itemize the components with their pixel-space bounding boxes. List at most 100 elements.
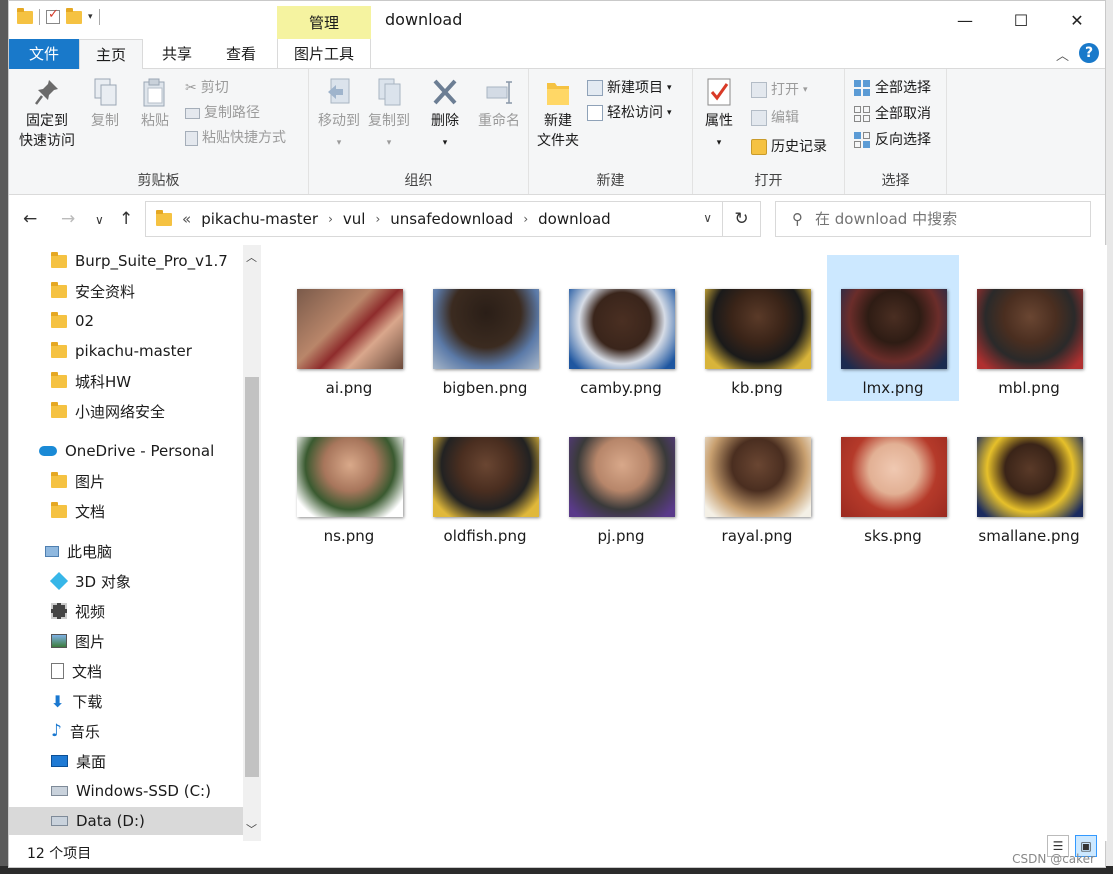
cut-label: 剪切 (200, 80, 229, 96)
file-item[interactable]: pj.png (555, 403, 687, 549)
document-icon (51, 663, 64, 679)
cut-button[interactable]: ✂ 剪切 (185, 77, 229, 99)
copy-button[interactable]: 复制 (83, 77, 127, 131)
minimize-button[interactable]: — (937, 1, 993, 39)
properties-check-icon[interactable] (46, 7, 60, 24)
tab-manage[interactable]: 管理 (277, 6, 371, 39)
new-folder-icon[interactable] (66, 7, 82, 24)
nav-item-this-pc[interactable]: 此电脑 (9, 537, 261, 565)
edit-button[interactable]: 编辑 (751, 107, 799, 129)
nav-item-security-materials[interactable]: 安全资料 📌 (9, 277, 261, 305)
search-box[interactable]: ⚲ (775, 201, 1091, 237)
forward-arrow-icon[interactable]: → (61, 209, 75, 229)
tab-picture-tools[interactable]: 图片工具 (277, 39, 371, 69)
properties-button[interactable]: 属性 ▾ (699, 77, 739, 153)
tab-share[interactable]: 共享 (147, 39, 207, 69)
copy-path-button[interactable]: 复制路径 (185, 102, 260, 124)
file-item[interactable]: ai.png (283, 255, 415, 401)
scrollbar-thumb[interactable] (245, 377, 259, 777)
invert-selection-button[interactable]: 反向选择 (853, 129, 931, 151)
edit-icon (751, 110, 767, 126)
music-note-icon: ♪ (51, 721, 62, 741)
nav-item-onedrive-pictures[interactable]: 图片 (9, 467, 261, 495)
history-label: 历史记录 (771, 139, 827, 155)
nav-item-onedrive[interactable]: OneDrive - Personal (9, 437, 261, 465)
pin-to-quick-access-button[interactable]: 固定到 快速访问 (15, 77, 79, 151)
paste-button[interactable]: 粘贴 (133, 77, 177, 131)
nav-item-chengke-hw[interactable]: 城科HW (9, 367, 261, 395)
nav-item-onedrive-documents[interactable]: 文档 (9, 497, 261, 525)
nav-item-documents[interactable]: 文档 (9, 657, 261, 685)
customize-toolbar-arrow-icon[interactable]: ▾ (88, 12, 93, 22)
recent-locations-chevron-icon[interactable]: ∨ (95, 213, 104, 227)
nav-item-xiaodi-security[interactable]: 小迪网络安全 (9, 397, 261, 425)
nav-item-label: 小迪网络安全 (75, 402, 166, 421)
tab-home[interactable]: 主页 (79, 39, 143, 70)
nav-item-label: 视频 (75, 602, 106, 621)
file-item[interactable]: mbl.png (963, 255, 1095, 401)
chevron-right-icon[interactable]: › (523, 212, 528, 226)
tab-view[interactable]: 查看 (209, 39, 273, 69)
copy-to-button[interactable]: 复制到 ▾ (365, 77, 413, 153)
file-item[interactable]: rayal.png (691, 403, 823, 549)
refresh-button[interactable]: ↻ (723, 201, 761, 237)
back-arrow-icon[interactable]: ← (23, 209, 37, 229)
ribbon: 固定到 快速访问 复制 粘贴 ✂ 剪切 复制路径 粘贴快捷方式 剪贴板 移动到 … (9, 69, 1105, 195)
nav-item-music[interactable]: ♪ 音乐 (9, 717, 261, 745)
breadcrumb-pikachu-master[interactable]: pikachu-master (201, 210, 318, 228)
nav-item-drive-d[interactable]: Data (D:) (9, 807, 261, 835)
address-bar[interactable]: « pikachu-master › vul › unsafedownload … (145, 201, 723, 237)
file-item[interactable]: oldfish.png (419, 403, 551, 549)
nav-item-02[interactable]: 02 (9, 307, 261, 335)
up-arrow-icon[interactable]: ↑ (119, 209, 133, 229)
scroll-up-icon[interactable]: ︿ (246, 249, 257, 265)
select-all-button[interactable]: 全部选择 (853, 77, 931, 99)
file-item[interactable]: ns.png (283, 403, 415, 549)
breadcrumb-vul[interactable]: vul (343, 210, 366, 228)
file-item[interactable]: camby.png (555, 255, 687, 401)
breadcrumb-download[interactable]: download (538, 210, 611, 228)
file-item[interactable]: bigben.png (419, 255, 551, 401)
scroll-down-icon[interactable]: ﹀ (246, 821, 257, 837)
chevron-right-icon[interactable]: › (375, 212, 380, 226)
image-thumbnail (433, 437, 539, 517)
address-dropdown-icon[interactable]: ∨ (703, 211, 712, 225)
nav-item-videos[interactable]: 视频 (9, 597, 261, 625)
nav-item-pictures[interactable]: 图片 (9, 627, 261, 655)
nav-pane-scrollbar[interactable]: ︿ ﹀ (243, 245, 261, 841)
file-item-selected[interactable]: lmx.png (827, 255, 959, 401)
nav-item-burp-suite[interactable]: Burp_Suite_Pro_v1.7 📌 (9, 247, 261, 275)
search-input[interactable] (813, 209, 1077, 229)
nav-item-label: 文档 (72, 662, 103, 681)
nav-item-pikachu-master[interactable]: pikachu-master (9, 337, 261, 365)
breadcrumb-overflow[interactable]: « (182, 210, 191, 228)
select-none-button[interactable]: 全部取消 (853, 103, 931, 125)
new-item-button[interactable]: 新建项目 ▾ (587, 77, 672, 99)
open-button[interactable]: 打开 ▾ (751, 79, 808, 101)
paste-shortcut-button[interactable]: 粘贴快捷方式 (185, 127, 286, 149)
rename-button[interactable]: 重命名 (473, 77, 525, 131)
nav-item-downloads[interactable]: ⬇ 下载 (9, 687, 261, 715)
desktop-icon (51, 755, 68, 767)
breadcrumb-unsafedownload[interactable]: unsafedownload (390, 210, 513, 228)
close-button[interactable]: ✕ (1049, 1, 1105, 39)
dropdown-arrow-icon: ▾ (442, 138, 448, 148)
group-organize: 移动到 ▾ 复制到 ▾ 删除 ▾ 重命名 组织 (309, 69, 529, 194)
nav-item-desktop[interactable]: 桌面 (9, 747, 261, 775)
move-to-button[interactable]: 移动到 ▾ (315, 77, 363, 153)
file-item[interactable]: sks.png (827, 403, 959, 549)
file-item[interactable]: smallane.png (963, 403, 1095, 549)
new-folder-button[interactable]: 新建 文件夹 (533, 77, 583, 151)
delete-button[interactable]: 删除 ▾ (421, 77, 469, 153)
help-icon[interactable]: ? (1079, 43, 1099, 63)
tab-file[interactable]: 文件 (9, 39, 79, 69)
properties-label: 属性 (705, 113, 733, 129)
maximize-button[interactable]: ☐ (993, 1, 1049, 39)
nav-item-drive-c[interactable]: Windows-SSD (C:) (9, 777, 261, 805)
history-button[interactable]: 历史记录 (751, 136, 827, 158)
file-item[interactable]: kb.png (691, 255, 823, 401)
collapse-ribbon-chevron-icon[interactable]: ︿ (1056, 45, 1069, 64)
nav-item-3d-objects[interactable]: 3D 对象 (9, 567, 261, 595)
chevron-right-icon[interactable]: › (328, 212, 333, 226)
easy-access-button[interactable]: 轻松访问 ▾ (587, 102, 672, 124)
